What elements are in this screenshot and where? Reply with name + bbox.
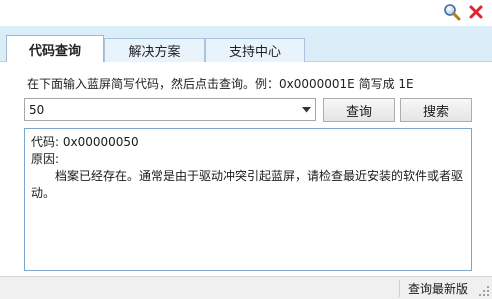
query-button-label: 查询: [345, 104, 372, 120]
status-bar: 查询最新版: [0, 276, 492, 299]
error-code-line: 代码: 0x00000050: [31, 135, 139, 149]
tab-label: 解决方案: [128, 45, 181, 60]
code-combobox[interactable]: 50: [24, 98, 316, 121]
check-update-link[interactable]: 查询最新版: [398, 280, 468, 297]
search-icon[interactable]: [442, 2, 462, 22]
tab-bar: 代码查询 解决方案 支持中心: [0, 26, 492, 63]
code-query-panel: 在下面输入蓝屏简写代码，然后点击查询。例：0x0000001E 简写成 1E 5…: [0, 62, 492, 276]
tab-label: 支持中心: [228, 45, 281, 60]
tab-solutions[interactable]: 解决方案: [104, 38, 205, 62]
close-icon[interactable]: [466, 2, 486, 22]
tab-support-center[interactable]: 支持中心: [205, 38, 305, 62]
chevron-down-icon[interactable]: [297, 106, 315, 113]
tab-code-query[interactable]: 代码查询: [6, 35, 104, 63]
code-input[interactable]: 50: [25, 103, 297, 117]
search-button-label: 搜索: [422, 104, 449, 120]
reason-label: 原因:: [31, 152, 60, 166]
result-textarea[interactable]: 代码: 0x00000050 原因: 档案已经存在。通常是由于驱动冲突引起蓝屏，…: [24, 128, 472, 271]
search-button[interactable]: 搜索: [400, 98, 472, 122]
resize-grip-icon[interactable]: [478, 285, 490, 297]
query-button[interactable]: 查询: [323, 98, 395, 122]
title-bar-controls: [442, 2, 486, 22]
reason-text: 档案已经存在。通常是由于驱动冲突引起蓝屏，请检查最近安装的软件或者驱动。: [31, 169, 464, 200]
tab-label: 代码查询: [28, 44, 81, 59]
instruction-text: 在下面输入蓝屏简写代码，然后点击查询。例：0x0000001E 简写成 1E: [27, 77, 414, 91]
title-bar: [0, 0, 492, 26]
